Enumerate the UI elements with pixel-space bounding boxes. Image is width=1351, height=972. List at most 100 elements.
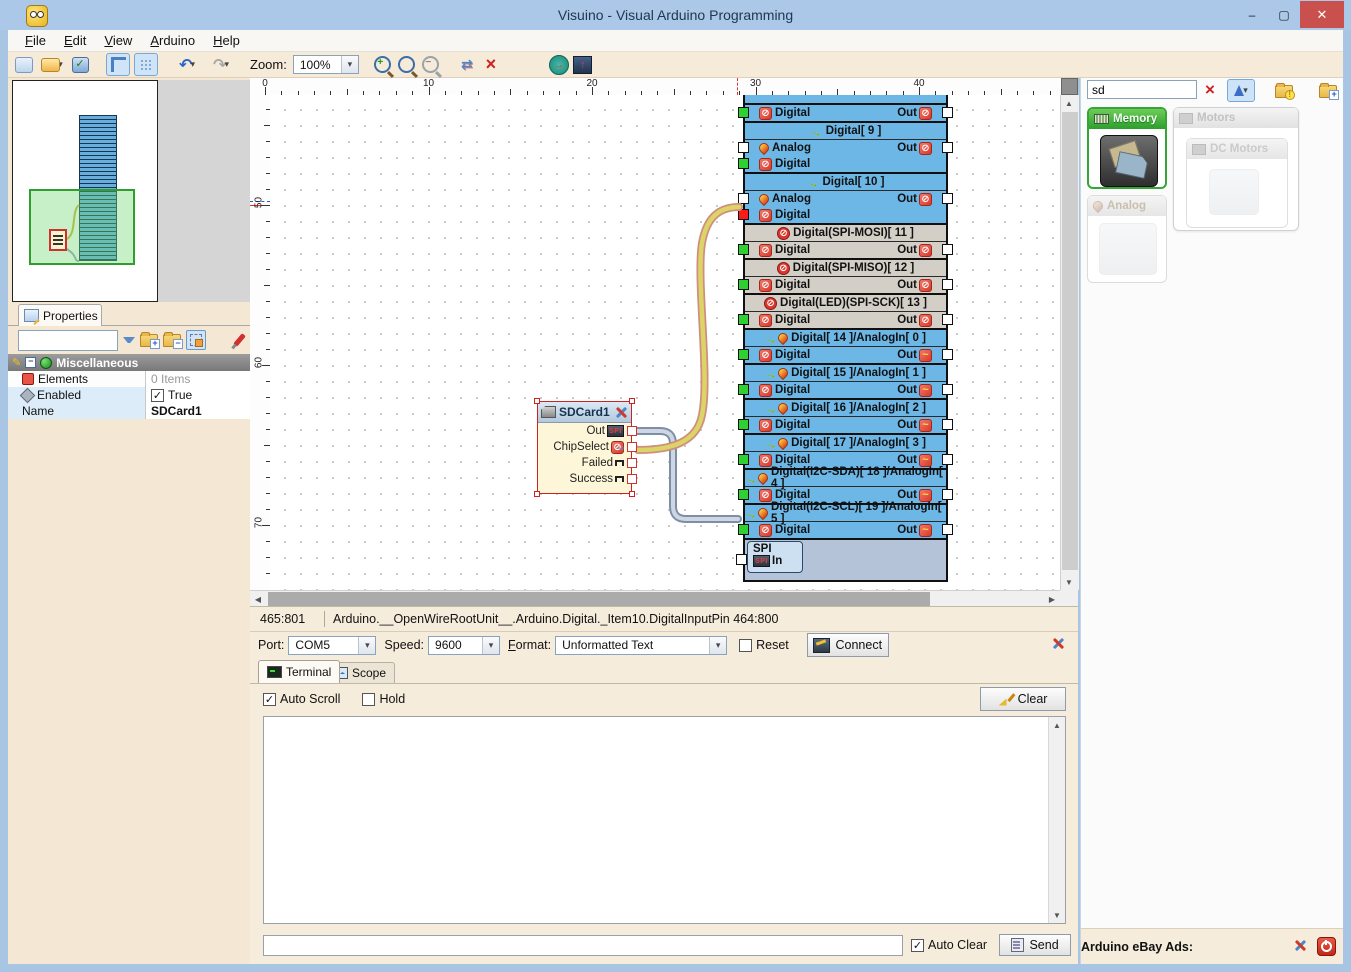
pin-square-output[interactable] [942, 454, 953, 465]
expand-categories-icon[interactable]: + [1319, 83, 1340, 100]
sdcard-pin-square[interactable] [627, 426, 637, 436]
format-select[interactable]: Unformatted Text ▾ [555, 635, 728, 655]
pin-square-input[interactable] [738, 279, 749, 290]
properties-filter-input[interactable] [18, 329, 118, 351]
pin-group[interactable]: → Digital(I2C-SCL)[ 19 ]/AnalogIn[ 5 ] ⊘ Di… [738, 501, 953, 540]
pin-square-input[interactable] [738, 158, 749, 169]
sdcard-pin-square[interactable] [627, 474, 637, 484]
wire-chipselect[interactable] [634, 203, 743, 454]
terminal-output[interactable]: ▲ ▼ [263, 716, 1066, 924]
sdcard-pin-failed[interactable]: Failed [538, 455, 637, 471]
filter-icon[interactable] [123, 337, 135, 343]
tab-properties[interactable]: Properties [18, 304, 102, 326]
pin-square-output[interactable] [942, 193, 953, 204]
selection-handle[interactable] [534, 491, 540, 497]
sdcard-pin-out[interactable]: Out SPI [538, 423, 637, 439]
speed-select[interactable]: 9600 ▾ [428, 635, 501, 655]
connection-settings-icon[interactable] [1052, 637, 1068, 653]
viewport-rectangle[interactable] [29, 189, 135, 265]
delete-icon[interactable]: × [481, 54, 501, 74]
pin-row[interactable]: Analog Out ⊘ [738, 140, 953, 156]
sdcard-pin-square[interactable] [627, 458, 637, 468]
pin-square-output[interactable] [942, 384, 953, 395]
pin-square-output[interactable] [942, 349, 953, 360]
auto-scroll-checkbox[interactable]: ✓ [263, 692, 276, 706]
toggle-guides-button[interactable] [106, 53, 130, 76]
tab-terminal[interactable]: Terminal [258, 660, 341, 683]
pin-row[interactable]: ⊘ Digital Out ~ [738, 522, 953, 538]
property-checkbox[interactable]: ✓ [151, 388, 164, 402]
selection-handle[interactable] [629, 398, 635, 404]
pin-group-header[interactable]: ⊘ Digital(SPI-MISO)[ 12 ] [745, 260, 946, 277]
auto-clear-checkbox[interactable]: ✓ [911, 938, 924, 952]
menu-item-help[interactable]: Help [204, 30, 249, 51]
pin-square-input[interactable] [738, 107, 749, 118]
pin-group-header[interactable]: ⊘ Digital(LED)(SPI-SCK)[ 13 ] [745, 295, 946, 312]
pin-group-header[interactable]: ⊘ Digital(SPI-MOSI)[ 11 ] [745, 225, 946, 242]
selection-handle[interactable] [534, 398, 540, 404]
pin-row[interactable]: ⊘ Digital Out ⊘ [738, 277, 953, 293]
scroll-down-icon[interactable]: ▼ [1061, 574, 1077, 590]
pin-square-input[interactable] [738, 384, 749, 395]
title-bar[interactable]: Visuino - Visual Arduino Programming – ▢… [0, 0, 1351, 30]
property-row[interactable]: Elements 0 Items [8, 371, 250, 387]
open-project-icon[interactable]: ▾ [38, 55, 66, 74]
pin-group[interactable]: → Digital[ 17 ]/AnalogIn[ 3 ] ⊘ Digital Out ~ [738, 434, 953, 470]
pin-group[interactable] [745, 95, 946, 105]
upload-icon[interactable]: ↑ [573, 55, 593, 74]
pin-square-input[interactable] [738, 209, 749, 220]
pin-row[interactable]: ⊘ Digital Out ⊘ [738, 312, 953, 328]
pin-row[interactable]: ⊘ Digital Out ⊘ [738, 105, 953, 121]
pin-group[interactable]: SPI SPI In [736, 540, 946, 582]
scroll-down-icon[interactable]: ▼ [1049, 907, 1065, 923]
arduino-board-component[interactable]: ⊘ Digital Out ⊘ → Digital[ 9 ] Analog Out ⊘ ⊘ Digi… [736, 95, 953, 582]
pin-group[interactable]: ⊘ Digital(SPI-MOSI)[ 11 ] ⊘ Digital Out ⊘ [738, 225, 953, 260]
horizontal-scroll-thumb[interactable] [268, 592, 930, 606]
properties-group-header[interactable]: ✎ − Miscellaneous [8, 354, 250, 371]
pin-group[interactable]: → Digital[ 15 ]/AnalogIn[ 1 ] ⊘ Digital Out ~ [738, 364, 953, 400]
pin-group-header[interactable]: → Digital[ 9 ] [745, 122, 946, 140]
category-analog[interactable]: Analog [1087, 195, 1167, 283]
pin-square-output[interactable] [942, 244, 953, 255]
expand-all-icon[interactable]: + [140, 331, 160, 349]
scroll-left-icon[interactable]: ◀ [250, 591, 266, 607]
pin-square-output[interactable] [942, 419, 953, 430]
clear-search-icon[interactable]: × [1205, 80, 1215, 99]
pin-group[interactable]: → Digital[ 14 ]/AnalogIn[ 0 ] ⊘ Digital Out ~ [738, 329, 953, 365]
save-project-icon[interactable]: ✓ [70, 55, 90, 74]
sdcard-settings-icon[interactable] [615, 406, 628, 419]
pin-group-header[interactable]: → Digital[ 16 ]/AnalogIn[ 2 ] [745, 399, 946, 417]
pin-square-input[interactable] [738, 419, 749, 430]
wizard-filter-button[interactable]: ▾ [1227, 79, 1255, 102]
collapse-group-icon[interactable]: − [25, 357, 37, 368]
vertical-scroll-thumb[interactable] [1062, 112, 1078, 570]
pin-group-header[interactable]: → Digital[ 14 ]/AnalogIn[ 0 ] [745, 329, 946, 347]
collapse-all-icon[interactable]: − [163, 331, 183, 349]
pin-square-input[interactable] [738, 454, 749, 465]
maximize-button[interactable]: ▢ [1272, 8, 1296, 23]
toolbox-search-input[interactable] [1087, 80, 1197, 99]
sdcard-component[interactable]: SDCard1 Out SPI ChipSelect ⊘ → Failed Success [534, 398, 637, 497]
pin-row[interactable]: ⊘ Digital [738, 156, 946, 172]
select-components-icon[interactable]: ⇄ [457, 55, 477, 74]
scroll-right-icon[interactable]: ▶ [1044, 591, 1060, 607]
sdcard-pin-square[interactable] [627, 442, 637, 452]
property-value-cell[interactable]: SDCard1 [146, 403, 250, 419]
pin-group[interactable]: → Digital(I2C-SDA)[ 18 ]/AnalogIn[ 4 ] ⊘ Di… [738, 466, 953, 505]
pin-square-input[interactable] [738, 349, 749, 360]
pin-group[interactable]: → Digital[ 10 ] Analog Out ⊘ ⊘ Digital [738, 173, 953, 225]
scroll-up-icon[interactable]: ▲ [1049, 717, 1065, 733]
reset-checkbox[interactable] [739, 638, 753, 652]
terminal-scrollbar[interactable]: ▲ ▼ [1048, 717, 1065, 923]
pin-square-input[interactable] [738, 489, 749, 500]
sdcard-toolbox-item[interactable] [1100, 135, 1158, 187]
hold-checkbox[interactable] [362, 692, 376, 706]
menu-item-view[interactable]: View [95, 30, 141, 51]
pin-square-output[interactable] [942, 279, 953, 290]
pin-group-header[interactable]: → Digital(I2C-SCL)[ 19 ]/AnalogIn[ 5 ] [743, 501, 946, 525]
canvas-horizontal-scrollbar[interactable]: ◀ ▶ [250, 590, 1060, 607]
pin-square-input[interactable] [738, 244, 749, 255]
pin-group[interactable]: ⊘ Digital Out ⊘ [738, 105, 953, 123]
zoom-select[interactable]: 100% ▾ [292, 55, 359, 74]
pin-row[interactable]: ⊘ Digital Out ⊘ [738, 242, 953, 258]
